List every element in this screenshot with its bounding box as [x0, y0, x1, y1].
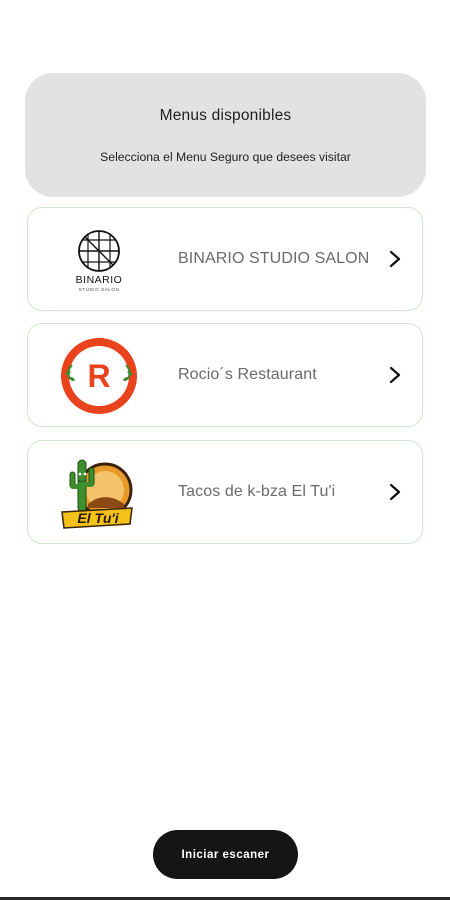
binario-globe-logo: BINARIO STUDIO SALON [76, 230, 123, 292]
chevron-right-icon [389, 250, 401, 268]
menus-header-card: Menus disponibles Selecciona el Menu Seg… [25, 73, 426, 197]
svg-text:El Tu'i: El Tu'i [77, 510, 119, 526]
chevron-right-icon [389, 366, 401, 384]
page-subtitle: Selecciona el Menu Seguro que desees vis… [100, 150, 351, 164]
rocios-restaurant-logo: ROCIO'S RESTAURANT R [61, 338, 137, 414]
cactus-taco-logo: El Tu'i [61, 459, 133, 529]
svg-text:STUDIO SALON: STUDIO SALON [79, 287, 120, 292]
menu-card-tacos-el-tui[interactable]: El Tu'i Tacos de k-bza El Tu'i [27, 440, 423, 544]
menu-card-label: BINARIO STUDIO SALON [178, 250, 370, 267]
start-scanner-button[interactable]: Iniciar escaner [153, 830, 298, 879]
page-title: Menus disponibles [159, 107, 292, 124]
chevron-right-icon [389, 483, 401, 501]
menu-card-label: Tacos de k-bza El Tu'i [178, 483, 336, 500]
menu-card-binario[interactable]: BINARIO STUDIO SALON BINARIO STUDIO SALO… [27, 207, 423, 311]
menu-card-rocios[interactable]: ROCIO'S RESTAURANT R Rocio´s Restaurant [27, 323, 423, 427]
svg-text:R: R [87, 358, 110, 394]
svg-text:BINARIO: BINARIO [76, 274, 123, 286]
menu-card-label: Rocio´s Restaurant [178, 366, 317, 383]
